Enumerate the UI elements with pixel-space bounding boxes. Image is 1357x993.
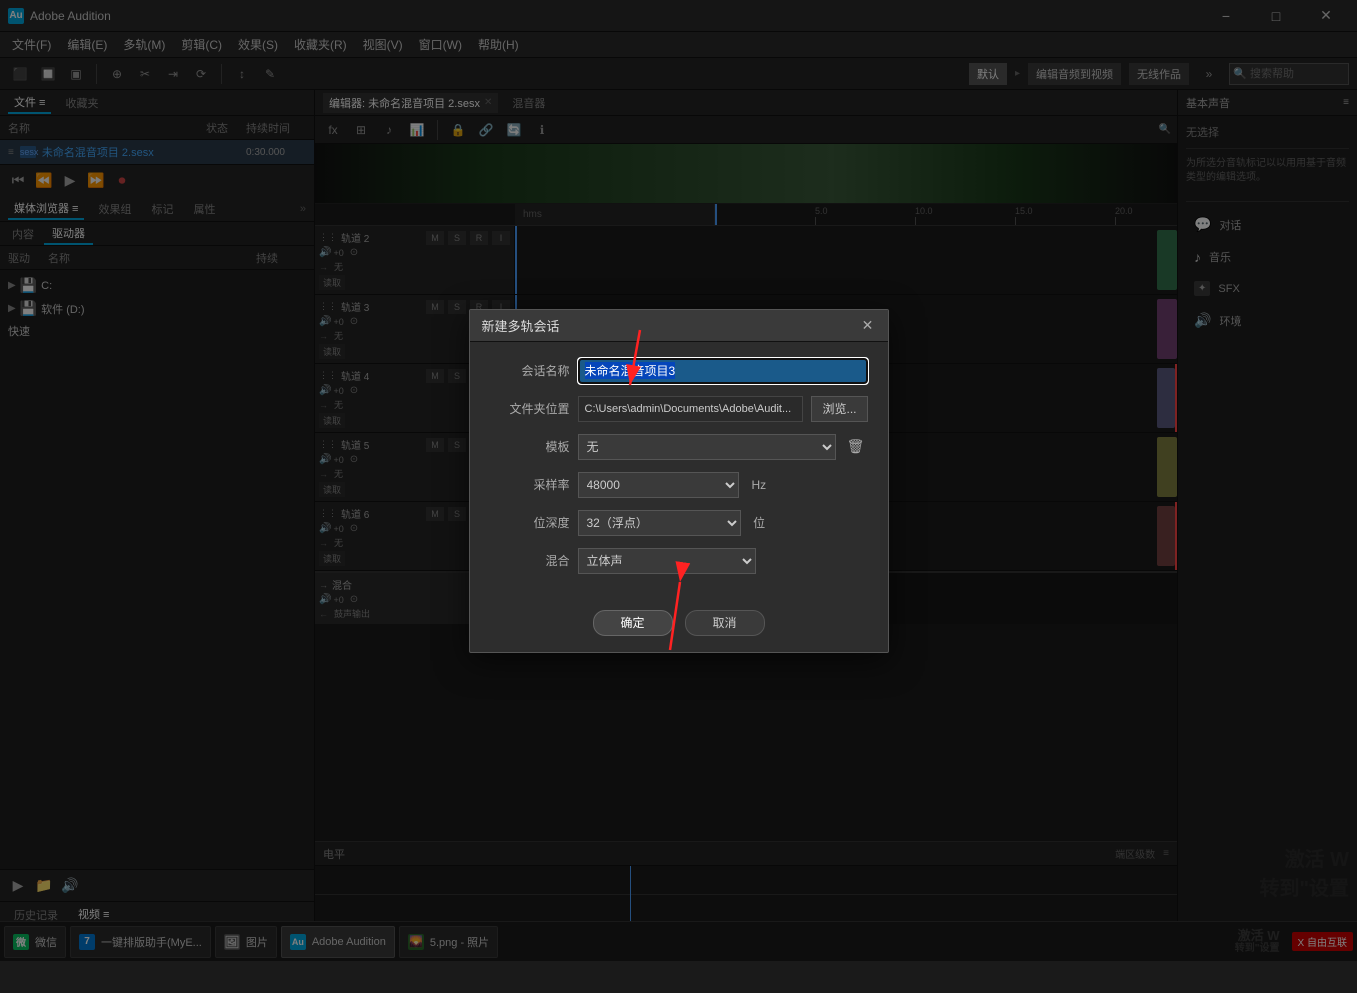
form-row-samplerate: 采样率 48000 Hz	[490, 472, 868, 498]
modal-footer: 确定 取消	[470, 602, 888, 652]
session-name-input[interactable]	[578, 358, 868, 384]
modal-new-session: 新建多轨会话 ✕ 会话名称 文件夹位置 C:\Users\admin\Docum…	[469, 309, 889, 653]
bitdepth-unit: 位	[753, 514, 765, 531]
folder-label: 文件夹位置	[490, 400, 570, 417]
session-name-label: 会话名称	[490, 362, 570, 379]
form-row-bitdepth: 位深度 32（浮点） 位	[490, 510, 868, 536]
form-row-template: 模板 无 🗑	[490, 434, 868, 460]
bitdepth-label: 位深度	[490, 514, 570, 531]
modal-overlay: 新建多轨会话 ✕ 会话名称 文件夹位置 C:\Users\admin\Docum…	[0, 0, 1357, 961]
template-label: 模板	[490, 438, 570, 455]
form-row-session-name: 会话名称	[490, 358, 868, 384]
modal-title-bar: 新建多轨会话 ✕	[470, 310, 888, 342]
modal-body: 会话名称 文件夹位置 C:\Users\admin\Documents\Adob…	[470, 342, 888, 602]
form-row-mix: 混合 立体声	[490, 548, 868, 574]
modal-title-text: 新建多轨会话	[482, 316, 560, 335]
mix-select[interactable]: 立体声	[578, 548, 756, 574]
folder-path-text: C:\Users\admin\Documents\Adobe\Audit...	[585, 403, 792, 415]
samplerate-select[interactable]: 48000	[578, 472, 740, 498]
mix-label: 混合	[490, 552, 570, 569]
browse-button[interactable]: 浏览...	[811, 396, 867, 422]
bitdepth-select[interactable]: 32（浮点）	[578, 510, 742, 536]
folder-path-display: C:\Users\admin\Documents\Adobe\Audit...	[578, 396, 804, 422]
cancel-button[interactable]: 取消	[685, 610, 765, 636]
samplerate-unit: Hz	[751, 478, 766, 492]
modal-close-btn[interactable]: ✕	[860, 317, 876, 333]
template-delete-btn[interactable]: 🗑	[844, 435, 868, 459]
form-row-folder: 文件夹位置 C:\Users\admin\Documents\Adobe\Aud…	[490, 396, 868, 422]
confirm-button[interactable]: 确定	[593, 610, 673, 636]
samplerate-label: 采样率	[490, 476, 570, 493]
template-select[interactable]: 无	[578, 434, 836, 460]
